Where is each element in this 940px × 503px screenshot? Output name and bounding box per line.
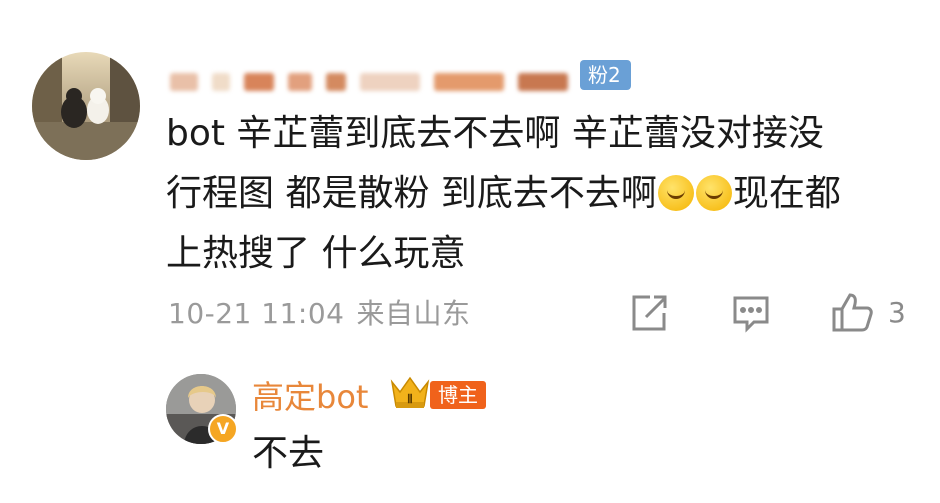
comment-reply-icon[interactable] xyxy=(730,292,772,334)
blogger-tag: 博主 xyxy=(430,381,486,409)
comment-line-text: 现在都 xyxy=(732,173,841,214)
reply-author-name[interactable]: 高定bot xyxy=(252,372,368,418)
commenter-avatar[interactable] xyxy=(32,52,140,160)
commenter-name-redacted[interactable] xyxy=(170,60,610,104)
svg-text:Ⅱ: Ⅱ xyxy=(407,392,413,406)
comment-meta: 10-21 11:04 来自山东 xyxy=(168,292,482,332)
crown-icon: Ⅱ xyxy=(388,372,432,412)
emoji-icon xyxy=(657,175,694,211)
fan-level-badge: 粉2 xyxy=(580,60,631,90)
like-icon[interactable] xyxy=(830,290,873,332)
comment-timestamp: 10-21 11:04 xyxy=(168,297,345,330)
comment-line: bot 辛芷蕾到底去不去啊 辛芷蕾没对接没 xyxy=(166,113,824,154)
comment-line: 行程图 都是散粉 到底去不去啊 现在都 xyxy=(166,164,914,224)
verified-icon: V xyxy=(208,414,238,444)
reply-body: 不去 xyxy=(252,433,325,474)
like-count: 3 xyxy=(888,296,906,329)
comment-location: 来自山东 xyxy=(356,297,471,330)
comment-line: 上热搜了 什么玩意 xyxy=(166,233,466,274)
comment-body: bot 辛芷蕾到底去不去啊 辛芷蕾没对接没 行程图 都是散粉 到底去不去啊 现在都… xyxy=(166,104,914,284)
share-icon[interactable] xyxy=(628,292,670,334)
comment-line-text: 行程图 都是散粉 到底去不去啊 xyxy=(166,173,657,214)
emoji-icon xyxy=(695,175,732,211)
